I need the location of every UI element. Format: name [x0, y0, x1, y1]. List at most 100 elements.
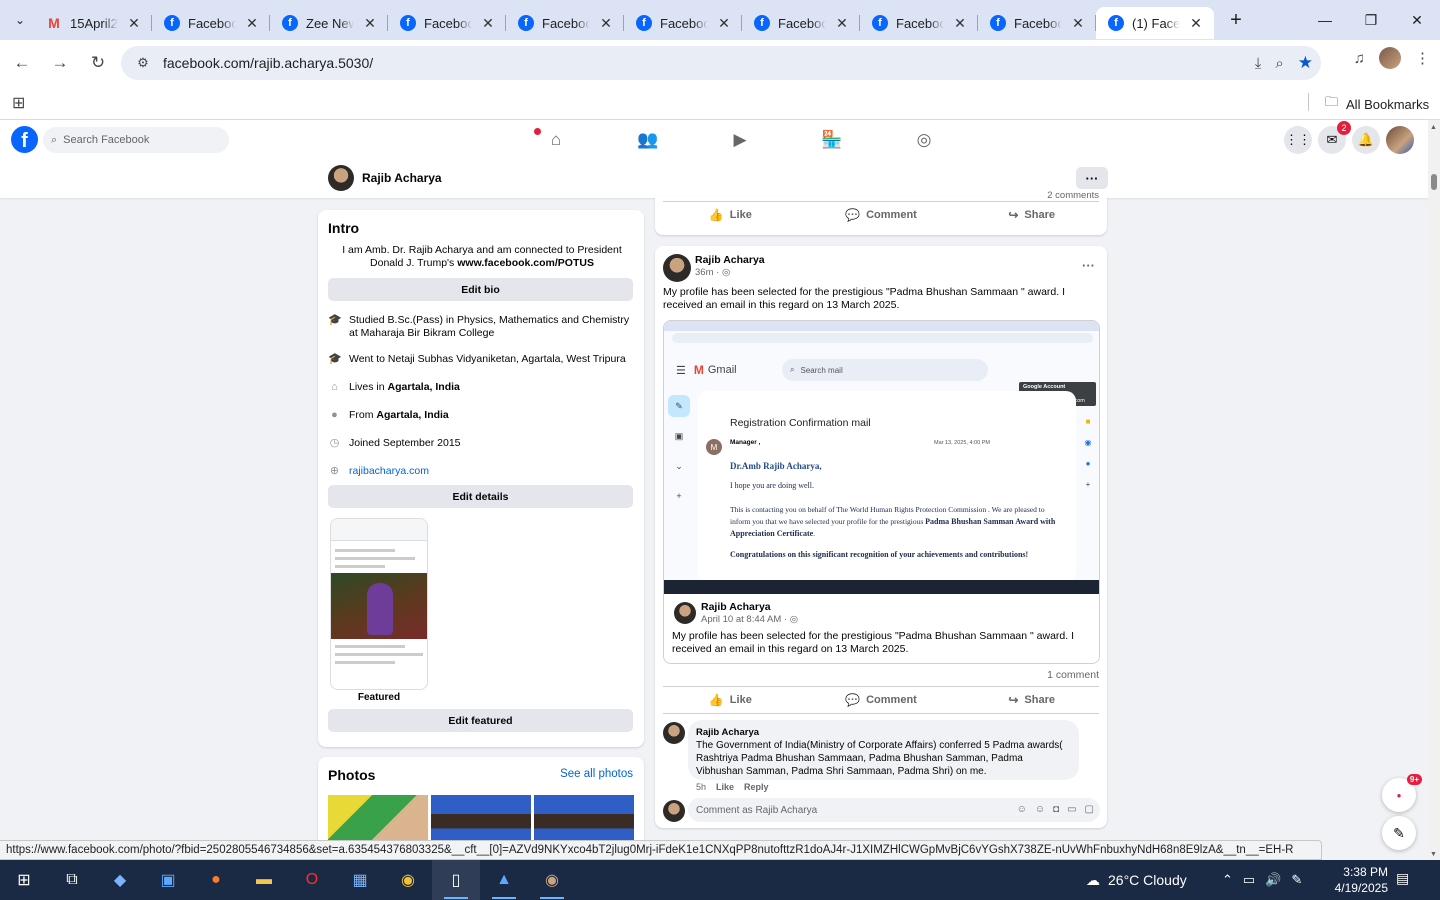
- share-button[interactable]: ↪ Share: [956, 693, 1107, 707]
- scroll-thumb[interactable]: [1431, 174, 1437, 190]
- scroll-up-arrow-icon[interactable]: ▲: [1430, 124, 1437, 131]
- emoji-icon[interactable]: ☺: [1035, 804, 1045, 815]
- close-icon[interactable]: ✕: [244, 15, 260, 32]
- tab[interactable]: f Facebook ✕: [624, 7, 742, 39]
- share-button[interactable]: ↪ Share: [956, 208, 1107, 222]
- photo-thumbnail[interactable]: [534, 795, 634, 843]
- bookmark-star-icon[interactable]: ★: [1298, 53, 1313, 73]
- clock[interactable]: 3:38 PM 4/19/2025: [1326, 864, 1388, 896]
- install-app-icon[interactable]: ⤓: [1255, 55, 1262, 72]
- news-widget-button[interactable]: ● 9+: [1382, 774, 1422, 812]
- sticker-icon[interactable]: ▢: [1085, 804, 1094, 815]
- reload-button[interactable]: ↻: [82, 47, 114, 79]
- chrome-icon[interactable]: ◉: [384, 860, 432, 900]
- marketplace-nav-icon[interactable]: 🏪: [786, 120, 878, 160]
- task-view-icon[interactable]: ⧉: [48, 860, 96, 900]
- post-time[interactable]: 36m · ◎: [695, 267, 730, 278]
- url-text[interactable]: facebook.com/rajib.acharya.5030/: [163, 55, 373, 71]
- media-control-icon[interactable]: ♫: [1354, 50, 1365, 67]
- tab[interactable]: f Facebook ✕: [860, 7, 978, 39]
- close-icon[interactable]: ✕: [362, 15, 378, 32]
- close-icon[interactable]: ✕: [598, 15, 614, 32]
- comment-time[interactable]: 5h: [696, 782, 706, 792]
- edit-bio-button[interactable]: Edit bio: [328, 278, 633, 301]
- account-avatar[interactable]: [1386, 126, 1414, 154]
- close-window-icon[interactable]: ✕: [1394, 0, 1440, 40]
- app-icon[interactable]: ▣: [144, 860, 192, 900]
- all-bookmarks-button[interactable]: 🗀 All Bookmarks: [1325, 93, 1429, 115]
- site-info-icon[interactable]: ⚙: [127, 55, 159, 71]
- close-icon[interactable]: ✕: [1070, 15, 1086, 32]
- back-button[interactable]: ←: [6, 47, 38, 79]
- comment-count[interactable]: 1 comment: [1047, 669, 1099, 681]
- speaker-icon[interactable]: 🔊: [1265, 872, 1281, 888]
- store-icon[interactable]: ▦: [336, 860, 384, 900]
- tab[interactable]: f Facebook ✕: [742, 7, 860, 39]
- opera-icon[interactable]: O: [288, 860, 336, 900]
- photo-thumbnail[interactable]: [431, 795, 531, 843]
- close-icon[interactable]: ✕: [834, 15, 850, 32]
- tab-active[interactable]: f (1) Facebook ✕: [1096, 7, 1214, 39]
- friends-nav-icon[interactable]: 👥: [602, 120, 694, 160]
- notification-center-icon[interactable]: ▤: [1396, 870, 1409, 887]
- address-bar[interactable]: ⚙ facebook.com/rajib.acharya.5030/ ⤓ ⌕ ★: [121, 46, 1321, 80]
- like-button[interactable]: 👍 Like: [655, 208, 806, 222]
- avatar-sticker-icon[interactable]: ☺: [1017, 804, 1027, 815]
- forward-button[interactable]: →: [44, 47, 76, 79]
- tab[interactable]: f Facebook ✕: [152, 7, 270, 39]
- comment-reply-button[interactable]: Reply: [744, 782, 769, 792]
- network-icon[interactable]: ▭: [1243, 872, 1255, 888]
- new-message-button[interactable]: ✎: [1382, 816, 1416, 850]
- home-nav-icon[interactable]: ⌂: [510, 120, 602, 160]
- profile-name[interactable]: Rajib Acharya: [362, 171, 442, 185]
- comment-button[interactable]: 💬 Comment: [806, 693, 957, 707]
- comment-button[interactable]: 💬 Comment: [806, 208, 957, 222]
- write-comment-input[interactable]: Comment as Rajib Acharya ☺ ☺ ◘ ▭ ▢: [688, 798, 1100, 822]
- shared-author[interactable]: Rajib Acharya: [701, 601, 771, 613]
- close-icon[interactable]: ✕: [952, 15, 968, 32]
- comment-like-button[interactable]: Like: [716, 782, 734, 792]
- tab[interactable]: f Facebook ✕: [388, 7, 506, 39]
- post-options-icon[interactable]: ···: [1082, 258, 1095, 273]
- scroll-down-arrow-icon[interactable]: ▼: [1430, 851, 1437, 858]
- weather-widget[interactable]: ☁ 26°C Cloudy: [1086, 860, 1187, 900]
- zoom-icon[interactable]: ⌕: [1275, 55, 1283, 72]
- more-options-button[interactable]: ···: [1076, 167, 1108, 189]
- gif-icon[interactable]: ▭: [1067, 804, 1076, 815]
- close-icon[interactable]: ✕: [1188, 15, 1204, 32]
- comment-author[interactable]: Rajib Acharya: [696, 726, 1071, 739]
- maximize-icon[interactable]: ❐: [1348, 0, 1394, 40]
- page-scrollbar[interactable]: ▲ ▼: [1428, 120, 1440, 860]
- new-tab-button[interactable]: +: [1222, 6, 1250, 34]
- menu-grid-icon[interactable]: ⋮⋮: [1284, 126, 1312, 154]
- shared-post[interactable]: ☰ MGmail ⌕Search mail Google Account raj…: [663, 320, 1100, 664]
- edit-featured-button[interactable]: Edit featured: [328, 709, 633, 732]
- tab[interactable]: M 15April2025 ✕: [34, 7, 152, 39]
- notifications-bell-icon[interactable]: 🔔: [1352, 126, 1380, 154]
- avatar[interactable]: [663, 254, 691, 282]
- tab-search-button[interactable]: ⌄: [6, 6, 34, 34]
- like-button[interactable]: 👍 Like: [655, 693, 806, 707]
- shared-time[interactable]: April 10 at 8:44 AM · ◎: [701, 614, 798, 625]
- intro-item-place[interactable]: Agartala, India: [388, 381, 460, 393]
- minimize-icon[interactable]: —: [1302, 0, 1348, 40]
- facebook-logo[interactable]: f: [11, 126, 38, 153]
- bio-link[interactable]: www.facebook.com/POTUS: [457, 257, 594, 269]
- photo-thumbnail[interactable]: [328, 795, 428, 843]
- see-all-photos-link[interactable]: See all photos: [560, 768, 633, 780]
- edit-details-button[interactable]: Edit details: [328, 485, 633, 508]
- close-icon[interactable]: ✕: [716, 15, 732, 32]
- comment-count[interactable]: 2 comments: [1047, 190, 1099, 201]
- browser-profile-avatar[interactable]: [1379, 47, 1401, 69]
- camera-icon[interactable]: ◘: [1053, 804, 1059, 815]
- photos-app-icon[interactable]: ▲: [480, 860, 528, 900]
- chrome-profile-icon[interactable]: ◉: [528, 860, 576, 900]
- tab[interactable]: f Zee News ✕: [270, 7, 388, 39]
- close-icon[interactable]: ✕: [480, 15, 496, 32]
- messenger-icon[interactable]: ✉ 2: [1318, 121, 1351, 154]
- groups-nav-icon[interactable]: ◎: [878, 120, 970, 160]
- tab[interactable]: f Facebook ✕: [506, 7, 624, 39]
- firefox-icon[interactable]: ●: [192, 860, 240, 900]
- file-explorer-icon[interactable]: ▬: [240, 860, 288, 900]
- post-author[interactable]: Rajib Acharya: [695, 254, 765, 266]
